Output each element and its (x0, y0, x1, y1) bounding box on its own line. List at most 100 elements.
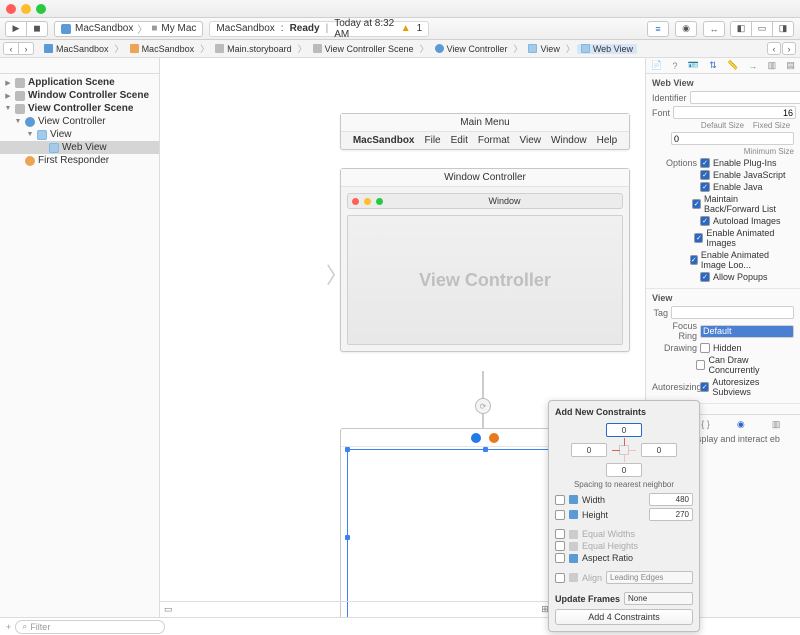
width-field[interactable]: 480 (649, 493, 693, 506)
jump-seg-storyboard[interactable]: Main.storyboard (211, 44, 296, 54)
toggle-navigator-button[interactable]: ◧ (730, 21, 752, 37)
main-menu-title: Main Menu (341, 114, 629, 132)
warning-icon[interactable]: ▲ (401, 23, 411, 34)
identity-inspector-tab[interactable]: 🪪 (688, 60, 699, 71)
java-checkbox[interactable]: ✓ (700, 182, 710, 192)
toggle-debug-button[interactable]: ▭ (751, 21, 773, 37)
editor-version-button[interactable]: ↔ (703, 21, 725, 37)
size-inspector-tab[interactable]: 📏 (727, 60, 738, 71)
concurrent-checkbox[interactable] (696, 360, 705, 370)
bottom-spacing-field[interactable]: 0 (606, 463, 642, 477)
close-dot[interactable] (6, 4, 16, 14)
effects-inspector-tab[interactable]: ▤ (786, 60, 795, 71)
window-controller-object[interactable]: Window Controller Window View Controller (340, 168, 630, 352)
attributes-inspector-tab[interactable]: ⇅ (709, 60, 717, 71)
scene-viewctrl[interactable]: ▼View Controller Scene (0, 102, 159, 115)
back-button[interactable]: ‹ (3, 42, 19, 55)
outline-view-controller[interactable]: ▼View Controller (0, 115, 159, 128)
autoresize-checkbox[interactable]: ✓ (700, 382, 709, 392)
outline-first-responder[interactable]: First Responder (0, 154, 159, 167)
stop-button[interactable]: ◼ (26, 21, 48, 37)
animloop-checkbox[interactable]: ✓ (690, 255, 698, 265)
connections-inspector-tab[interactable]: → (748, 61, 757, 71)
scheme-chevron-icon: 〉 (137, 21, 147, 36)
resize-handle[interactable] (483, 447, 488, 452)
jump-seg-view[interactable]: View (524, 44, 563, 54)
outline-toggle-icon[interactable]: ▭ (164, 604, 173, 615)
editor-assistant-button[interactable]: ◉ (675, 21, 697, 37)
view-icon (528, 44, 537, 53)
web-view-section: Web View Identifier Font Default SizeFix… (646, 74, 800, 289)
animated-checkbox[interactable]: ✓ (694, 233, 703, 243)
lib-tab-objects[interactable]: ◉ (737, 419, 745, 430)
equal-h-checkbox (555, 541, 565, 551)
outline-view[interactable]: ▼View (0, 128, 159, 141)
plugins-checkbox[interactable]: ✓ (700, 158, 710, 168)
vc-dock-icon[interactable] (471, 433, 481, 443)
popup-title: Add New Constraints (555, 407, 693, 417)
window-frame: Window (347, 193, 623, 209)
tag-field[interactable] (671, 306, 794, 319)
add-constraints-button[interactable]: Add 4 Constraints (555, 609, 693, 625)
width-checkbox[interactable] (555, 495, 565, 505)
editor-standard-button[interactable]: ≡ (647, 21, 669, 37)
file-inspector-tab[interactable]: 📄 (651, 60, 662, 71)
identifier-field[interactable] (690, 91, 800, 104)
jump-seg-folder[interactable]: MacSandbox (126, 44, 199, 54)
run-button[interactable]: ▶ (5, 21, 27, 37)
jump-seg-scene[interactable]: View Controller Scene (309, 44, 418, 54)
status-state: Ready (290, 23, 320, 34)
hidden-checkbox[interactable] (700, 343, 710, 353)
right-spacing-field[interactable]: 0 (641, 443, 677, 457)
menu-item-view[interactable]: View (520, 135, 542, 146)
jump-seg-vc[interactable]: View Controller (431, 44, 512, 54)
font-default-field[interactable] (673, 106, 796, 119)
forward-button[interactable]: › (18, 42, 34, 55)
menu-item-file[interactable]: File (425, 135, 441, 146)
javascript-checkbox[interactable]: ✓ (700, 170, 710, 180)
top-spacing-field[interactable]: 0 (606, 423, 642, 437)
scheme-selector[interactable]: MacSandbox 〉 ■ My Mac (54, 21, 203, 37)
focus-ring-select[interactable]: Default (700, 325, 794, 338)
prev-issue-button[interactable]: ‹ (767, 42, 781, 55)
left-spacing-field[interactable]: 0 (571, 443, 607, 457)
next-issue-button[interactable]: › (782, 42, 796, 55)
lib-tab-media[interactable]: ▥ (772, 419, 781, 430)
zoom-dot[interactable] (36, 4, 46, 14)
jump-seg-project[interactable]: MacSandbox (40, 44, 113, 54)
bindings-inspector-tab[interactable]: ▥ (768, 60, 777, 71)
scene-windowctrl[interactable]: ▶Window Controller Scene (0, 89, 159, 102)
scene-application[interactable]: ▶Application Scene (0, 76, 159, 89)
backforward-checkbox[interactable]: ✓ (692, 199, 701, 209)
outline-tree[interactable]: ▶Application Scene ▶Window Controller Sc… (0, 74, 159, 617)
update-frames-select[interactable]: None (624, 592, 693, 605)
toggle-utilities-button[interactable]: ◨ (772, 21, 794, 37)
outline-web-view[interactable]: Web View (0, 141, 159, 154)
help-inspector-tab[interactable]: ? (673, 61, 678, 71)
height-checkbox[interactable] (555, 510, 565, 520)
lib-tab-code[interactable]: { } (701, 419, 710, 430)
aspect-checkbox[interactable] (555, 553, 565, 563)
add-button-icon[interactable]: + (6, 622, 11, 632)
webview-icon (581, 44, 590, 53)
resize-handle[interactable] (345, 535, 350, 540)
main-menu-object[interactable]: Main Menu MacSandbox File Edit Format Vi… (340, 113, 630, 150)
filter-field[interactable]: ⌕ Filter (15, 620, 165, 634)
resize-handle[interactable] (345, 447, 350, 452)
popups-checkbox[interactable]: ✓ (700, 272, 710, 282)
min-size-field[interactable] (671, 132, 794, 145)
identifier-label: Identifier (652, 93, 687, 103)
jump-bar[interactable]: ‹ › MacSandbox〉 MacSandbox〉 Main.storybo… (0, 40, 800, 58)
menu-item-format[interactable]: Format (478, 135, 510, 146)
menu-item-help[interactable]: Help (597, 135, 618, 146)
jump-seg-webview[interactable]: Web View (577, 44, 637, 54)
autoload-checkbox[interactable]: ✓ (700, 216, 710, 226)
first-responder-dock-icon[interactable] (489, 433, 499, 443)
menu-item-edit[interactable]: Edit (451, 135, 468, 146)
segue-icon[interactable]: ⟳ (475, 398, 491, 414)
minimize-dot[interactable] (21, 4, 31, 14)
menu-item-app[interactable]: MacSandbox (353, 135, 415, 146)
initial-arrow-icon[interactable]: 〉 (326, 258, 348, 290)
height-field[interactable]: 270 (649, 508, 693, 521)
menu-item-window[interactable]: Window (551, 135, 587, 146)
